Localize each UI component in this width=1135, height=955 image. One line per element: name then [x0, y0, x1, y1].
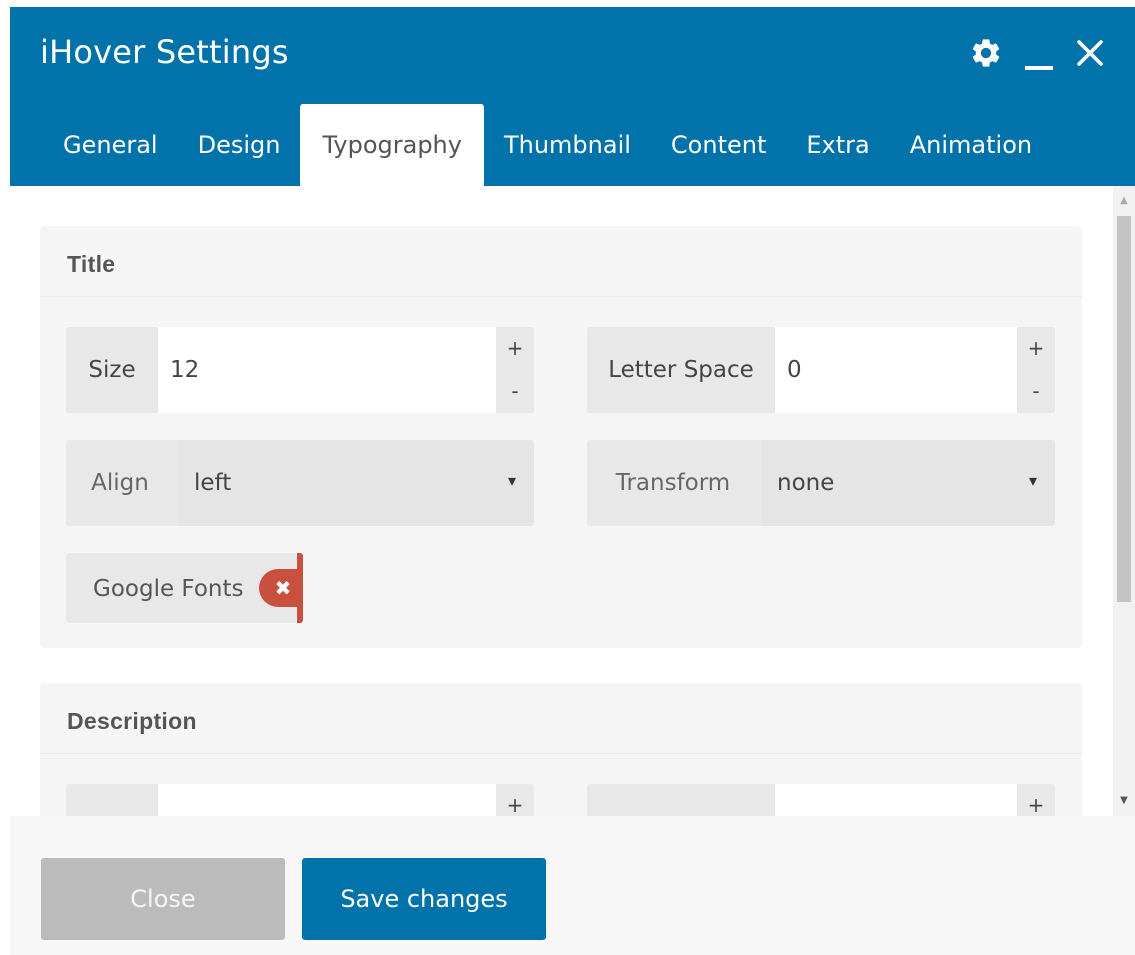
align-field: Align left ▾ — [66, 440, 534, 526]
description-letter-space-stepper: + — [1017, 784, 1055, 816]
size-stepper: + - — [496, 327, 534, 413]
google-fonts-toggle[interactable]: ✖ — [259, 553, 303, 623]
scrollbar[interactable]: ▲ ▼ — [1113, 186, 1135, 816]
tab-thumbnail[interactable]: Thumbnail — [484, 104, 651, 186]
tab-typography[interactable]: Typography — [300, 104, 484, 186]
letter-space-stepper: + - — [1017, 327, 1055, 413]
gear-icon[interactable] — [969, 36, 1003, 74]
transform-select-value: none — [777, 470, 835, 496]
letter-space-label: Letter Space — [608, 357, 754, 383]
description-panel: Description + + — [40, 683, 1082, 816]
scroll-down-arrow-icon[interactable]: ▼ — [1113, 792, 1135, 810]
tab-content[interactable]: Content — [651, 104, 786, 186]
tab-general[interactable]: General — [42, 104, 178, 186]
scroll-up-arrow-icon[interactable]: ▲ — [1113, 192, 1135, 210]
letter-space-increment-button[interactable]: + — [1017, 327, 1055, 370]
title-panel: Title Size + - Letter Space + - — [40, 226, 1082, 648]
description-letter-space-input[interactable] — [775, 784, 1017, 816]
letter-space-field: Letter Space + - — [587, 327, 1055, 413]
transform-select[interactable]: none ▾ — [761, 440, 1055, 526]
description-letter-space-increment-button[interactable]: + — [1017, 784, 1055, 816]
size-field: Size + - — [66, 327, 534, 413]
minimize-icon[interactable] — [1025, 40, 1053, 70]
align-select[interactable]: left ▾ — [178, 440, 534, 526]
align-label: Align — [91, 470, 149, 496]
description-size-input[interactable] — [158, 784, 496, 816]
toggle-off-icon: ✖ — [274, 576, 292, 600]
tab-extra[interactable]: Extra — [786, 104, 889, 186]
size-decrement-button[interactable]: - — [496, 370, 534, 413]
dialog-header: iHover Settings General Design Typograph… — [10, 7, 1135, 186]
close-icon[interactable] — [1075, 38, 1105, 72]
tab-design[interactable]: Design — [178, 104, 301, 186]
description-letter-space-field: + — [587, 784, 1055, 816]
panel-title: Description — [40, 683, 1082, 754]
description-size-stepper: + — [496, 784, 534, 816]
close-button[interactable]: Close — [41, 858, 285, 940]
settings-dialog: iHover Settings General Design Typograph… — [10, 7, 1135, 955]
tab-content-area: Title Size + - Letter Space + - — [10, 186, 1113, 816]
save-changes-button[interactable]: Save changes — [302, 858, 546, 940]
size-input[interactable] — [158, 327, 496, 413]
description-size-increment-button[interactable]: + — [496, 784, 534, 816]
description-size-field: + — [66, 784, 534, 816]
size-label: Size — [88, 357, 136, 383]
chevron-down-icon: ▾ — [1028, 471, 1037, 490]
scroll-thumb[interactable] — [1117, 216, 1131, 602]
dialog-title: iHover Settings — [40, 33, 289, 71]
chevron-down-icon: ▾ — [507, 471, 516, 490]
dialog-footer: Close Save changes — [10, 816, 1135, 955]
transform-label: Transform — [615, 470, 731, 496]
header-icons — [969, 35, 1105, 75]
tab-bar: General Design Typography Thumbnail Cont… — [42, 104, 1052, 186]
google-fonts-label: Google Fonts — [93, 576, 244, 602]
tab-animation[interactable]: Animation — [890, 104, 1052, 186]
letter-space-input[interactable] — [775, 327, 1017, 413]
transform-field: Transform none ▾ — [587, 440, 1055, 526]
panel-title: Title — [40, 226, 1082, 297]
size-increment-button[interactable]: + — [496, 327, 534, 370]
align-select-value: left — [194, 470, 232, 496]
letter-space-decrement-button[interactable]: - — [1017, 370, 1055, 413]
google-fonts-field: Google Fonts ✖ — [66, 553, 303, 623]
